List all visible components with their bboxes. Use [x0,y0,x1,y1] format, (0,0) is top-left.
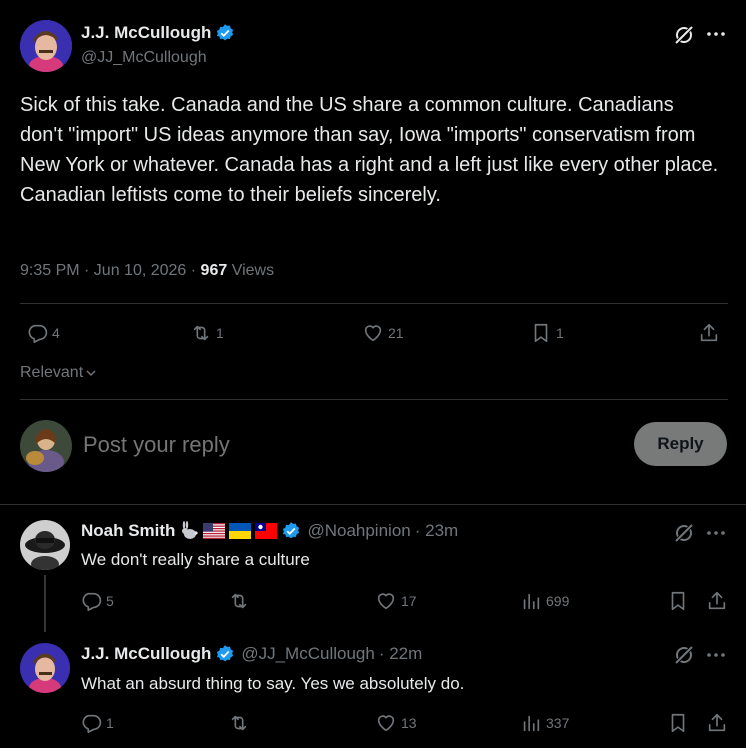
like-button[interactable]: 13 [375,712,417,734]
reply-time[interactable]: · 23m [415,521,458,541]
repost-icon [193,325,209,341]
share-button[interactable] [698,322,720,344]
current-user-avatar[interactable] [20,420,72,472]
bookmark-icon [534,323,548,343]
reply-button-label: Reply [657,434,704,453]
author-avatar[interactable] [20,20,72,72]
bookmark-count: 1 [556,325,564,341]
grok-icon[interactable] [673,24,695,46]
views-button[interactable]: 699 [520,590,569,612]
reply-button[interactable]: 4 [26,322,60,344]
share-icon [708,591,726,610]
reply-handle[interactable]: @JJ_McCullough [241,644,374,664]
views-count[interactable]: 967 [201,262,228,279]
verified-badge-icon[interactable] [281,521,301,541]
heart-icon [377,715,395,732]
analytics-icon [523,593,540,610]
more-options-icon[interactable] [707,530,725,536]
views-count: 699 [546,593,570,609]
bookmark-button[interactable] [667,590,689,612]
repost-button[interactable] [228,590,250,612]
reply-count: 1 [106,715,114,731]
verified-badge-icon[interactable] [215,644,235,664]
reply-button[interactable]: 5 [80,590,114,612]
like-button[interactable]: 21 [362,322,404,344]
more-options-icon[interactable] [707,652,725,658]
reply-avatar[interactable] [20,520,70,570]
sort-label: Relevant [20,364,84,381]
like-count: 13 [401,715,417,731]
reply-count: 5 [106,593,114,609]
reply-input[interactable] [83,428,603,462]
like-count: 17 [401,593,417,609]
reply-handle[interactable]: @Noahpinion [307,521,410,541]
heart-icon [377,593,395,610]
repost-count: 1 [216,325,224,341]
rabbit-icon [179,521,199,541]
repost-icon [231,593,247,609]
reply-icon [28,324,48,343]
reply-author-name[interactable]: J.J. McCullough [81,644,211,664]
reply-time[interactable]: · 22m [379,644,422,664]
bookmark-button[interactable] [667,712,689,734]
divider [20,399,728,400]
share-icon [700,323,718,342]
flag-ukraine-icon [229,523,252,539]
reply-avatar[interactable] [20,643,70,693]
repost-button[interactable]: 1 [190,322,224,344]
reply-header: Noah Smith @Noahpinion · 23m [81,521,458,541]
chevron-down-icon [86,370,96,377]
tweet-meta: 9:35 PM · Jun 10, 2026 · 967 Views [20,262,274,280]
views-count: 337 [546,715,570,731]
repost-icon [231,715,247,731]
bookmark-button[interactable]: 1 [530,322,564,344]
reply-count: 4 [52,325,60,341]
reply-icon [82,592,102,611]
analytics-icon [523,715,540,732]
author-name[interactable]: J.J. McCullough [81,23,211,43]
views-label: Views [227,262,275,279]
like-button[interactable]: 17 [375,590,417,612]
reply-text: What an absurd thing to say. Yes we abso… [81,674,465,693]
heart-icon [364,325,382,342]
author-handle[interactable]: @JJ_McCullough [81,49,207,67]
divider [20,303,728,304]
flag-taiwan-icon [255,523,278,539]
share-button[interactable] [706,712,728,734]
views-button[interactable]: 337 [520,712,569,734]
grok-icon[interactable] [673,522,695,544]
like-count: 21 [388,325,404,341]
bookmark-icon [671,713,685,733]
repost-button[interactable] [228,712,250,734]
share-button[interactable] [706,590,728,612]
reply-author-name[interactable]: Noah Smith [81,521,175,541]
reply-submit-button[interactable]: Reply [634,422,727,466]
verified-badge-icon[interactable] [215,23,235,43]
reply-text: We don't really share a culture [81,550,310,569]
bookmark-icon [671,591,685,611]
reply-header: J.J. McCullough @JJ_McCullough · 22m [81,644,422,664]
flag-us-icon [203,523,226,539]
share-icon [708,713,726,732]
tweet-timestamp[interactable]: 9:35 PM · Jun 10, 2026 · [20,262,201,279]
author-name-row: J.J. McCullough [81,23,235,43]
tweet-text: Sick of this take. Canada and the US sha… [20,94,719,206]
reply-button[interactable]: 1 [80,712,114,734]
more-options-icon[interactable] [707,31,725,37]
thread-line [44,575,46,632]
sort-dropdown[interactable]: Relevant [20,364,97,382]
reply-icon [82,714,102,733]
grok-icon[interactable] [673,644,695,666]
divider [0,504,746,505]
